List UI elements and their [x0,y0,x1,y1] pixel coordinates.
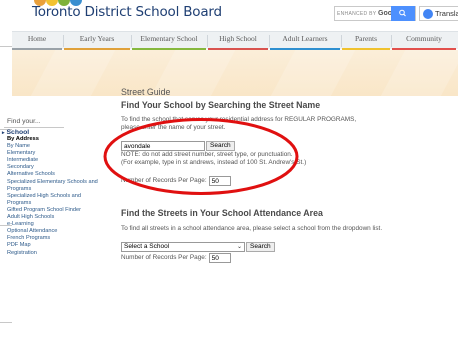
records-per-page-label-2: Number of Records Per Page: [121,254,207,261]
intro-line-2: please enter the name of your street. [121,124,226,131]
google-translate-icon [423,9,433,19]
search-icon [399,9,406,17]
note-line-2: (For example, type in st andrews, instea… [121,159,307,166]
caret-right-icon: ▸ [2,130,5,136]
sidebar: Find your... ▸ School By Address By Name … [2,118,102,257]
sidebar-item-gifted[interactable]: Gifted Program School Finder [7,207,102,214]
records-per-page-label: Number of Records Per Page: [121,177,207,184]
edge-rule [0,322,12,323]
sidebar-item-secondary[interactable]: Secondary [7,164,102,171]
sidebar-item-specialized-high[interactable]: Specialized High Schools and Programs [7,193,102,207]
sidebar-item-optional-attendance[interactable]: Optional Attendance [7,228,102,235]
main-content: Street Guide Find Your School by Searchi… [121,87,451,263]
sidebar-item-elearning[interactable]: e-Learning [7,221,102,228]
school-search-button[interactable]: Search [246,242,275,252]
sidebar-item-elementary[interactable]: Elementary [7,150,102,157]
section-heading-attendance: Find the Streets in Your School Attendan… [121,208,323,218]
page-title: Street Guide [121,87,171,97]
school-select[interactable]: Select a School ⌄ [121,242,245,252]
site-search-button[interactable] [391,6,415,21]
sidebar-item-by-address[interactable]: By Address [7,136,102,143]
translate-label: Translate [435,9,458,18]
nav-parents[interactable]: Parents [342,32,390,50]
sidebar-item-alternative[interactable]: Alternative Schools [7,171,102,178]
sidebar-item-by-name[interactable]: By Name [7,143,102,150]
sidebar-item-specialized-elementary[interactable]: Specialized Elementary Schools and Progr… [7,179,102,193]
translate-button[interactable]: Translate [419,6,458,21]
sidebar-heading: Find your... [7,118,41,125]
chevron-down-icon: ⌄ [236,244,242,250]
sidebar-item-intermediate[interactable]: Intermediate [7,157,102,164]
intro-line-1: To find the school that serves your resi… [121,116,357,123]
nav-community[interactable]: Community [392,32,456,50]
brand-name[interactable]: Toronto District School Board [32,4,222,20]
sidebar-item-registration[interactable]: Registration [7,250,102,257]
nav-home[interactable]: Home [12,32,62,50]
nav-early-years[interactable]: Early Years [64,32,130,50]
records-per-page-input[interactable] [208,176,231,186]
sidebar-item-french[interactable]: French Programs [7,235,102,242]
nav-high-school[interactable]: High School [208,32,268,50]
nav-elementary-school[interactable]: Elementary School [132,32,206,50]
note-line-1: NOTE: do not add street number, street t… [121,151,293,158]
sidebar-item-pdf-map[interactable]: PDF Map [7,242,102,249]
records-per-page-input-2[interactable] [208,253,231,263]
section-heading-street: Find Your School by Searching the Street… [121,100,321,110]
sidebar-category-school[interactable]: ▸ School [2,129,102,136]
sidebar-item-adult-high[interactable]: Adult High Schools [7,214,102,221]
edge-rule [0,46,12,47]
nav-adult-learners[interactable]: Adult Learners [270,32,340,50]
street-search-button[interactable]: Search [206,141,235,151]
attendance-instructions: To find all streets in a school attendan… [121,225,383,232]
street-name-input[interactable] [121,141,205,151]
main-nav: Home Early Years Elementary School High … [12,31,458,50]
